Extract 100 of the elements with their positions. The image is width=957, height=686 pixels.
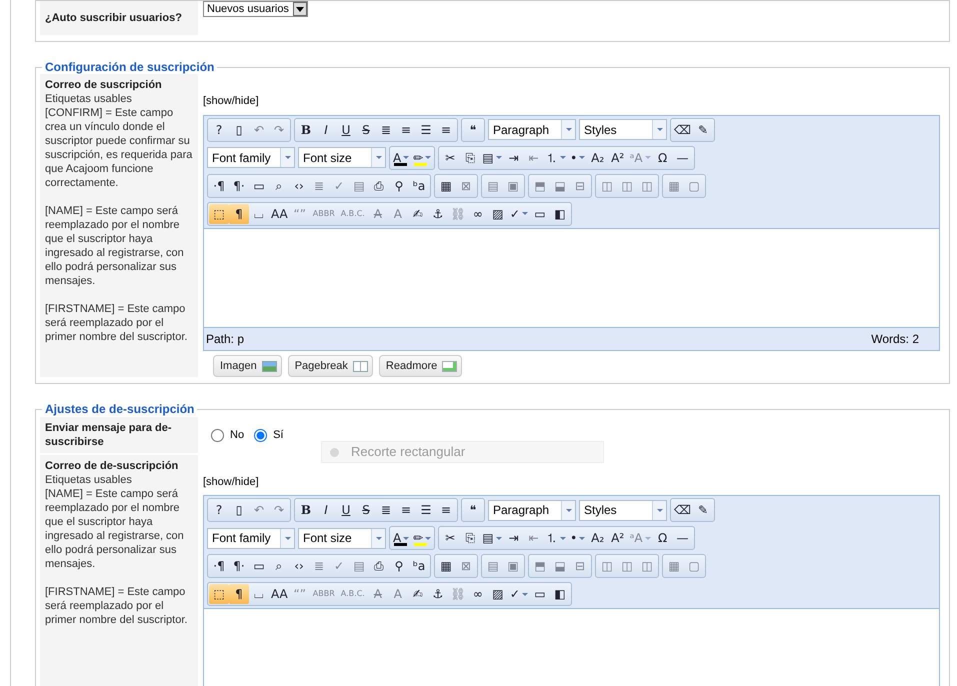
toolbar-button[interactable]: A <box>391 148 412 168</box>
toolbar-button[interactable]: ❝ <box>463 120 483 140</box>
toolbar-button[interactable]: ◧ <box>550 584 570 604</box>
toolbar-button[interactable]: ▭ <box>530 204 550 224</box>
toolbar-button[interactable]: Ω <box>652 528 673 548</box>
toolbar-button[interactable]: ⚲ <box>389 556 409 576</box>
toolbar-button[interactable]: S <box>356 500 376 520</box>
toolbar-button[interactable]: ▨ <box>488 584 508 604</box>
toolbar-button[interactable]: — <box>672 528 693 548</box>
toolbar-button[interactable]: ✓ <box>508 204 530 224</box>
toolbar-button[interactable]: ·¶ <box>209 556 229 576</box>
format-select[interactable]: Styles <box>579 500 667 521</box>
toolbar-button[interactable]: ¶ <box>229 584 249 604</box>
toolbar-button[interactable]: B <box>296 500 316 520</box>
toolbar-button[interactable]: ▦ <box>436 176 456 196</box>
toolbar-button[interactable]: ⌴ <box>249 204 269 224</box>
toolbar-button[interactable]: ⚓ <box>428 204 448 224</box>
toolbar-button[interactable]: ▯ <box>229 120 249 140</box>
toolbar-button[interactable]: A₂ <box>588 528 608 548</box>
toolbar-button[interactable]: ? <box>209 120 229 140</box>
toolbar-button[interactable]: ∞ <box>468 584 488 604</box>
toolbar-button[interactable]: ▤ <box>480 148 504 168</box>
toolbar-button[interactable]: ¶· <box>229 176 249 196</box>
toolbar-button[interactable]: ⇥ <box>504 148 524 168</box>
toolbar-button[interactable]: ☰ <box>416 120 436 140</box>
toolbar-button[interactable]: A² <box>608 528 628 548</box>
toolbar-button[interactable]: ⒈ <box>544 148 568 168</box>
toolbar-button[interactable]: ⎙ <box>369 176 389 196</box>
toolbar-button[interactable]: ᵇa <box>409 556 429 576</box>
format-select[interactable]: Styles <box>579 119 667 140</box>
toolbar-button[interactable]: ‹› <box>289 556 309 576</box>
toolbar-button[interactable]: Ω <box>652 148 673 168</box>
editor-button[interactable]: Readmore <box>378 354 462 378</box>
toolbar-button[interactable]: ☰ <box>416 500 436 520</box>
toolbar-button[interactable]: ▭ <box>530 584 550 604</box>
dropdown[interactable]: Nuevos usuarios <box>203 1 308 18</box>
toolbar-button[interactable]: ▤ <box>480 528 504 548</box>
toolbar-button[interactable]: ⬚ <box>209 204 229 224</box>
toolbar-button[interactable]: ⌫ <box>672 120 693 140</box>
radio-button[interactable] <box>254 428 268 442</box>
toolbar-button[interactable]: ≣ <box>376 120 396 140</box>
toolbar-button[interactable]: ≡ <box>396 120 416 140</box>
toolbar-button[interactable]: ◧ <box>550 204 570 224</box>
toolbar-button[interactable]: ‹› <box>289 176 309 196</box>
toolbar-button[interactable]: ✍ <box>408 204 428 224</box>
editor-button[interactable]: Pagebreak <box>288 354 373 378</box>
toolbar-button[interactable]: ⌕ <box>269 176 289 196</box>
toolbar-button[interactable]: ✍ <box>408 584 428 604</box>
toolbar-button[interactable]: ⚲ <box>389 176 409 196</box>
format-select[interactable]: Font family <box>207 528 295 549</box>
toolbar-button[interactable]: ⌕ <box>269 556 289 576</box>
toolbar-button[interactable]: ▭ <box>249 556 269 576</box>
toolbar-button[interactable]: ∞ <box>468 204 488 224</box>
show-hide-link[interactable]: [show/hide] <box>203 74 259 110</box>
toolbar-button[interactable]: A² <box>608 148 628 168</box>
toolbar-button[interactable]: • <box>568 528 588 548</box>
toolbar-button[interactable]: ·¶ <box>209 176 229 196</box>
format-select[interactable]: Paragraph <box>488 119 576 140</box>
toolbar-button[interactable]: ✎ <box>692 120 713 140</box>
toolbar-button[interactable]: A₂ <box>588 148 608 168</box>
toolbar-button[interactable]: AA <box>269 204 290 224</box>
format-select[interactable]: Font family <box>207 147 295 168</box>
toolbar-button[interactable]: ✏ <box>411 528 434 548</box>
format-select[interactable]: Paragraph <box>488 500 576 521</box>
toolbar-button[interactable]: AA <box>269 584 290 604</box>
toolbar-button[interactable]: B <box>296 120 316 140</box>
toolbar-button[interactable]: ⎘ <box>460 148 480 168</box>
toolbar-button[interactable]: • <box>568 148 588 168</box>
toolbar-button[interactable]: ¶· <box>229 556 249 576</box>
toolbar-button[interactable]: ⌫ <box>672 500 693 520</box>
toolbar-button[interactable]: A <box>391 528 412 548</box>
toolbar-button[interactable]: ⎘ <box>460 528 480 548</box>
toolbar-button[interactable]: ⬚ <box>209 584 229 604</box>
toolbar-button[interactable]: ⚓ <box>428 584 448 604</box>
toolbar-button[interactable]: ✂ <box>440 148 460 168</box>
toolbar-button[interactable]: I <box>316 120 336 140</box>
toolbar-button[interactable]: ? <box>209 500 229 520</box>
format-select[interactable]: Font size <box>298 147 386 168</box>
toolbar-button[interactable]: ≣ <box>376 500 396 520</box>
toolbar-button[interactable]: ≡ <box>396 500 416 520</box>
editor-button[interactable]: Imagen <box>213 354 282 378</box>
toolbar-button[interactable]: ⇥ <box>504 528 524 548</box>
toolbar-button[interactable]: ✓ <box>508 584 530 604</box>
show-hide-link[interactable]: [show/hide] <box>203 454 259 490</box>
toolbar-button[interactable]: ✎ <box>692 500 713 520</box>
toolbar-button[interactable]: ✏ <box>411 148 434 168</box>
toolbar-button[interactable]: ⌴ <box>249 584 269 604</box>
toolbar-button[interactable]: — <box>672 148 693 168</box>
toolbar-button[interactable]: ✂ <box>440 528 460 548</box>
toolbar-button[interactable]: ≡ <box>436 120 456 140</box>
toolbar-button[interactable]: ▯ <box>229 500 249 520</box>
toolbar-button[interactable]: ❝ <box>463 500 483 520</box>
toolbar-button[interactable]: S <box>356 120 376 140</box>
toolbar-button[interactable]: ⎙ <box>369 556 389 576</box>
toolbar-button[interactable]: ▭ <box>249 176 269 196</box>
toolbar-button[interactable]: ¶ <box>229 204 249 224</box>
toolbar-button[interactable]: ⒈ <box>544 528 568 548</box>
toolbar-button[interactable]: U <box>336 120 356 140</box>
toolbar-button[interactable]: ▦ <box>436 556 456 576</box>
toolbar-button[interactable]: I <box>316 500 336 520</box>
